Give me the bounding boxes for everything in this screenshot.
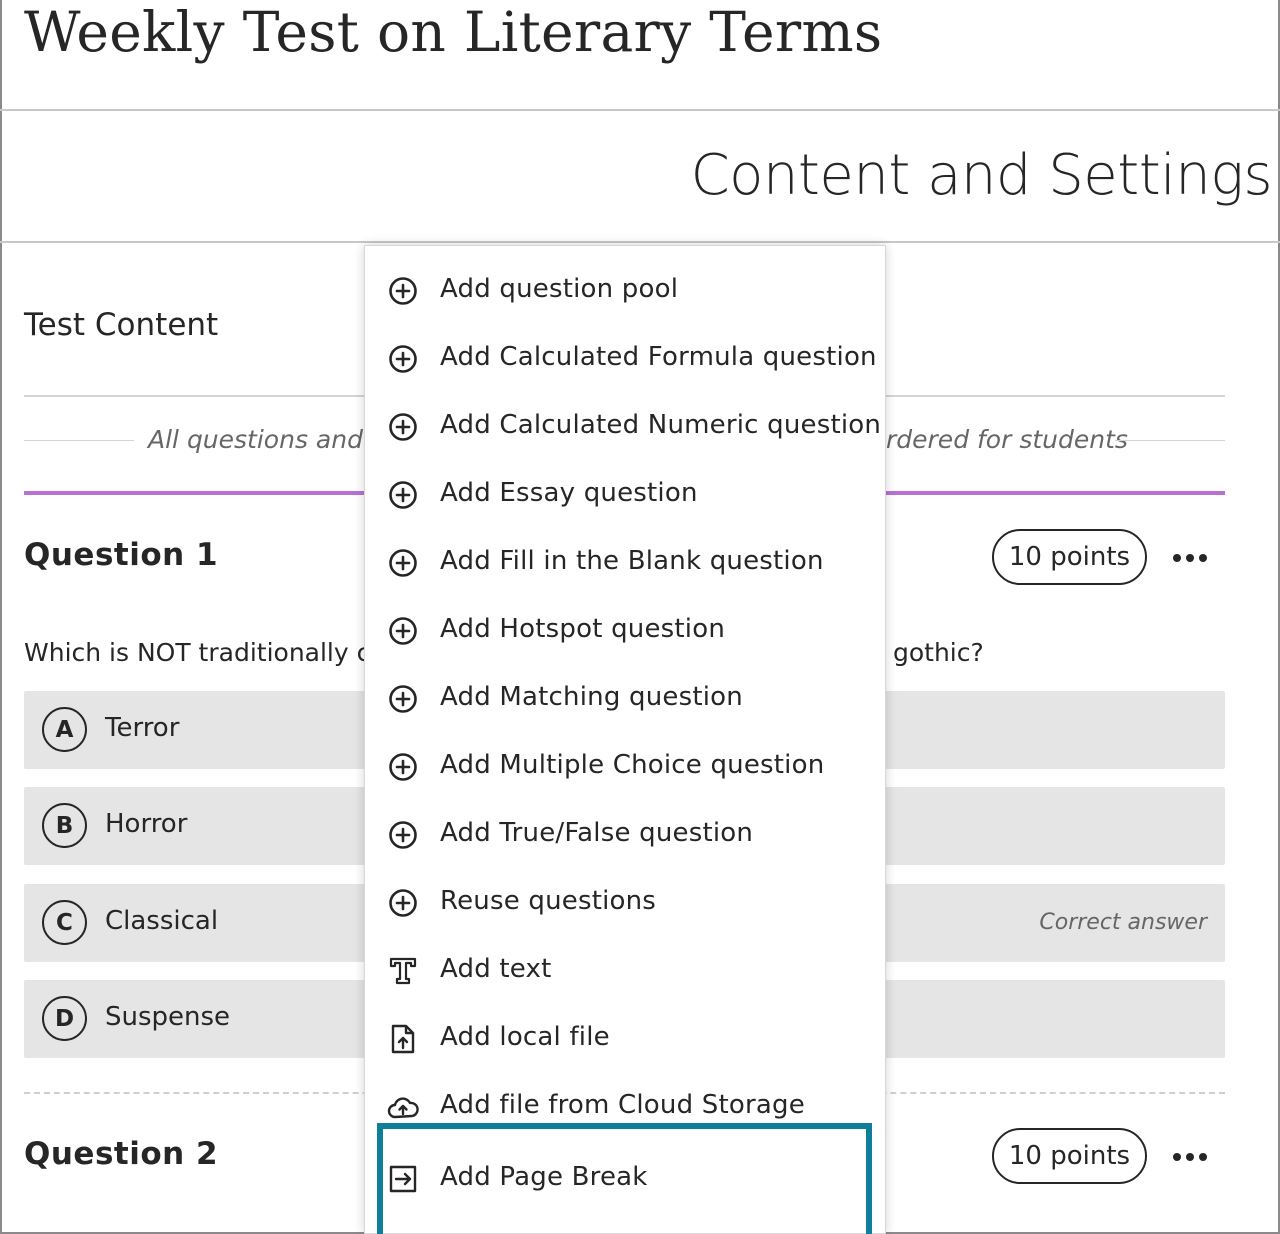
menu-item-add-essay[interactable]: Add Essay question xyxy=(365,460,885,528)
menu-item-reuse-questions[interactable]: Reuse questions xyxy=(365,868,885,936)
more-options-icon[interactable] xyxy=(1170,543,1210,573)
answer-text: Horror xyxy=(105,809,188,839)
plus-circle-icon xyxy=(387,751,419,783)
plus-circle-icon xyxy=(387,547,419,579)
plus-circle-icon xyxy=(387,683,419,715)
menu-item-add-text[interactable]: Add text xyxy=(365,936,885,1004)
menu-item-label: Add Calculated Formula question xyxy=(440,342,877,372)
question-text: Which is NOT traditionally co xyxy=(24,638,386,667)
points-button[interactable]: 10 points xyxy=(992,529,1147,585)
menu-item-label: Add text xyxy=(440,954,552,984)
menu-item-label: Add question pool xyxy=(440,274,679,304)
answer-letter: B xyxy=(42,803,87,848)
answer-letter: C xyxy=(42,900,87,945)
correct-answer-label: Correct answer xyxy=(1039,910,1207,935)
question-title: Question 1 xyxy=(24,537,219,573)
page-header: Weekly Test on Literary Terms xyxy=(0,0,1280,111)
page-title: Weekly Test on Literary Terms xyxy=(24,0,883,64)
panel-title: Content and Settings xyxy=(690,143,1273,208)
plus-circle-icon xyxy=(387,887,419,919)
menu-item-label: Add local file xyxy=(440,1022,610,1052)
menu-item-add-multiple-choice[interactable]: Add Multiple Choice question xyxy=(365,732,885,800)
menu-item-add-local-file[interactable]: Add local file xyxy=(365,1004,885,1072)
menu-item-label: Add file from Cloud Storage xyxy=(440,1090,805,1120)
test-content-heading: Test Content xyxy=(24,307,219,343)
menu-item-add-page-break[interactable]: Add Page Break xyxy=(365,1144,885,1212)
question-text: gothic? xyxy=(893,638,984,667)
text-icon xyxy=(387,955,419,987)
plus-circle-icon xyxy=(387,615,419,647)
menu-item-add-calculated-numeric[interactable]: Add Calculated Numeric question xyxy=(365,392,885,460)
menu-item-label: Add Matching question xyxy=(440,682,743,712)
notice-text: All questions and M xyxy=(148,425,393,454)
menu-item-add-matching[interactable]: Add Matching question xyxy=(365,664,885,732)
cloud-upload-icon xyxy=(387,1091,419,1123)
menu-item-label: Add Multiple Choice question xyxy=(440,750,825,780)
menu-item-add-calculated-formula[interactable]: Add Calculated Formula question xyxy=(365,324,885,392)
plus-circle-icon xyxy=(387,275,419,307)
menu-item-label: Add Hotspot question xyxy=(440,614,725,644)
file-upload-icon xyxy=(387,1023,419,1055)
answer-letter: D xyxy=(42,996,87,1041)
answer-text: Classical xyxy=(105,906,219,936)
menu-item-label: Add Fill in the Blank question xyxy=(440,546,824,576)
menu-item-add-fill-in-the-blank[interactable]: Add Fill in the Blank question xyxy=(365,528,885,596)
page-break-icon xyxy=(387,1163,419,1195)
question-title: Question 2 xyxy=(24,1136,219,1172)
menu-item-add-question-pool[interactable]: Add question pool xyxy=(365,256,885,324)
panel-header: Content and Settings xyxy=(0,111,1280,243)
divider xyxy=(1115,440,1225,441)
menu-item-label: Add Page Break xyxy=(440,1162,648,1192)
menu-item-label: Add Calculated Numeric question xyxy=(440,410,882,440)
plus-circle-icon xyxy=(387,343,419,375)
menu-item-label: Reuse questions xyxy=(440,886,657,916)
menu-item-label: Add True/False question xyxy=(440,818,754,848)
points-button[interactable]: 10 points xyxy=(992,1128,1147,1184)
plus-circle-icon xyxy=(387,819,419,851)
plus-circle-icon xyxy=(387,479,419,511)
divider xyxy=(24,440,134,441)
notice-text: rdered for students xyxy=(886,425,1128,454)
more-options-icon[interactable] xyxy=(1170,1142,1210,1172)
answer-text: Suspense xyxy=(105,1002,231,1032)
plus-circle-icon xyxy=(387,411,419,443)
answer-text: Terror xyxy=(105,713,180,743)
menu-item-add-cloud-file[interactable]: Add file from Cloud Storage xyxy=(365,1072,885,1140)
menu-item-add-hotspot[interactable]: Add Hotspot question xyxy=(365,596,885,664)
answer-letter: A xyxy=(42,707,87,752)
menu-item-label: Add Essay question xyxy=(440,478,698,508)
add-content-menu: Add question pool Add Calculated Formula… xyxy=(364,245,886,1234)
menu-item-add-true-false[interactable]: Add True/False question xyxy=(365,800,885,868)
